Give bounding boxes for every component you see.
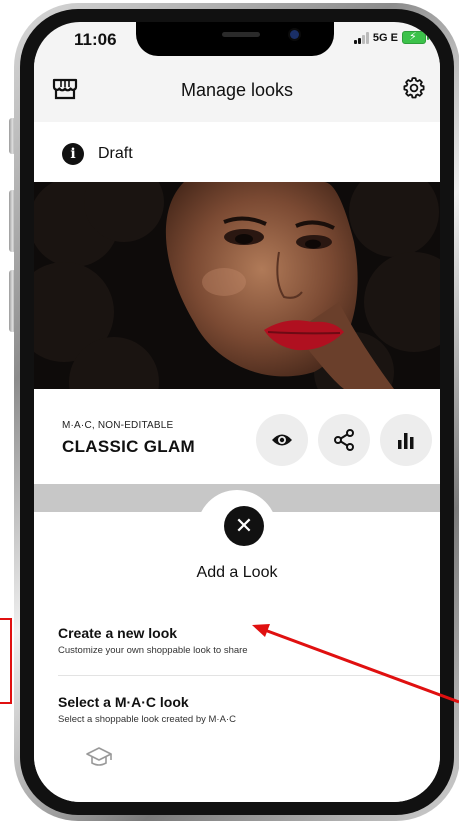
- gear-icon[interactable]: [402, 76, 426, 100]
- draft-status-bar: i Draft: [34, 122, 440, 182]
- sheet-title: Add a Look: [196, 564, 278, 581]
- bar-chart-icon: [398, 433, 414, 449]
- front-camera: [290, 30, 299, 39]
- network-type: 5G E: [372, 31, 398, 44]
- create-new-look-option[interactable]: Create a new look Customize your own sho…: [58, 625, 430, 656]
- share-button[interactable]: [318, 414, 370, 466]
- status-indicators: 5G E ⚡: [353, 31, 429, 44]
- info-icon[interactable]: i: [62, 143, 84, 165]
- signal-icon: [353, 31, 369, 44]
- divider: [58, 675, 440, 676]
- preview-button[interactable]: [256, 414, 308, 466]
- draft-label: Draft: [98, 145, 133, 162]
- option-title: Create a new look: [58, 625, 178, 641]
- look-photo[interactable]: [34, 182, 440, 389]
- option-description: Customize your own shoppable look to sha…: [58, 645, 248, 656]
- status-time: 11:06: [74, 30, 117, 49]
- option-title: Select a M·A·C look: [58, 694, 189, 710]
- select-mac-look-option[interactable]: Select a M·A·C look Select a shoppable l…: [58, 694, 430, 725]
- look-name: CLASSIC GLAM: [62, 437, 195, 456]
- look-info: M·A·C, NON-EDITABLE CLASSIC GLAM: [34, 389, 440, 484]
- share-icon: [334, 429, 354, 451]
- portrait-illustration: [34, 182, 440, 389]
- analytics-button[interactable]: [380, 414, 432, 466]
- phone-screen: 11:06 5G E ⚡ Manage looks i Draft M·A·C,…: [34, 22, 440, 802]
- option-description: Select a shoppable look created by M·A·C: [58, 714, 236, 725]
- notch: [136, 22, 334, 56]
- speaker: [222, 32, 260, 37]
- battery-icon: ⚡: [402, 31, 429, 44]
- annotation-box: [0, 618, 12, 704]
- close-button[interactable]: ✕: [224, 506, 264, 546]
- app-header: Manage looks: [34, 56, 440, 123]
- look-brand: M·A·C, NON-EDITABLE: [62, 420, 174, 431]
- graduation-cap-icon[interactable]: [86, 746, 112, 768]
- page-title: Manage looks: [180, 80, 294, 100]
- eye-icon: [272, 434, 292, 446]
